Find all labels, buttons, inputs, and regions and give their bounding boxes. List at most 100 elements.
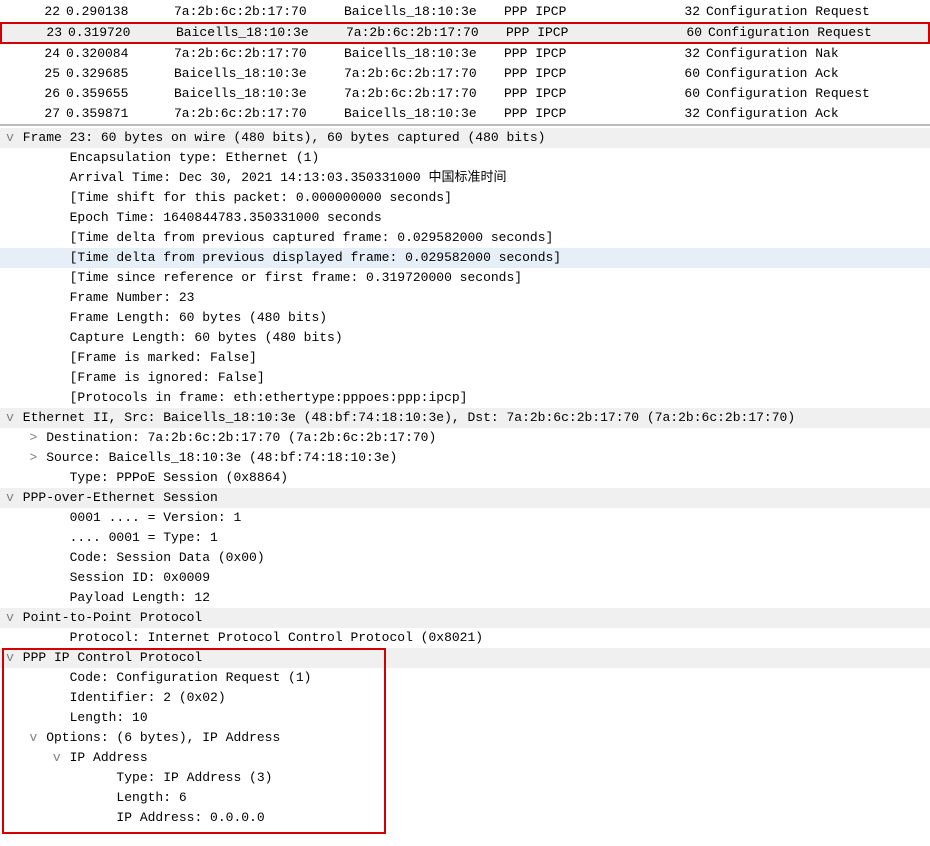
indent-spacer xyxy=(52,328,62,348)
chevron-down-icon[interactable]: v xyxy=(5,128,15,148)
cell-src: Baicells_18:10:3e xyxy=(176,24,346,42)
detail-text: Capture Length: 60 bytes (480 bits) xyxy=(62,330,343,345)
cell-dst: Baicells_18:10:3e xyxy=(344,2,504,22)
detail-line[interactable]: [Time delta from previous displayed fram… xyxy=(0,248,930,268)
cell-time: 0.290138 xyxy=(66,2,174,22)
detail-line[interactable]: v PPP IP Control Protocol xyxy=(0,648,930,668)
detail-line[interactable]: v Ethernet II, Src: Baicells_18:10:3e (4… xyxy=(0,408,930,428)
chevron-down-icon[interactable]: v xyxy=(5,608,15,628)
packet-row[interactable]: 270.3598717a:2b:6c:2b:17:70Baicells_18:1… xyxy=(0,104,930,124)
indent-spacer xyxy=(52,208,62,228)
detail-text: Destination: 7a:2b:6c:2b:17:70 (7a:2b:6c… xyxy=(38,430,436,445)
cell-info: Configuration Nak xyxy=(706,44,930,64)
detail-line[interactable]: [Time shift for this packet: 0.000000000… xyxy=(0,188,930,208)
cell-info: Configuration Ack xyxy=(706,104,930,124)
detail-line[interactable]: Epoch Time: 1640844783.350331000 seconds xyxy=(0,208,930,228)
indent-spacer xyxy=(52,268,62,288)
cell-info: Configuration Request xyxy=(706,2,930,22)
packet-details[interactable]: v Frame 23: 60 bytes on wire (480 bits),… xyxy=(0,126,930,828)
chevron-down-icon[interactable]: v xyxy=(5,488,15,508)
detail-text: [Protocols in frame: eth:ethertype:pppoe… xyxy=(62,390,468,405)
cell-info: Configuration Ack xyxy=(706,64,930,84)
detail-text: Session ID: 0x0009 xyxy=(62,570,210,585)
cell-no: 25 xyxy=(0,64,66,84)
detail-line[interactable]: Frame Length: 60 bytes (480 bits) xyxy=(0,308,930,328)
indent-spacer xyxy=(52,368,62,388)
packet-row[interactable]: 240.3200847a:2b:6c:2b:17:70Baicells_18:1… xyxy=(0,44,930,64)
indent-spacer xyxy=(52,248,62,268)
detail-line[interactable]: Length: 6 xyxy=(0,788,930,808)
indent-spacer xyxy=(52,568,62,588)
detail-text: Code: Session Data (0x00) xyxy=(62,550,265,565)
indent-spacer xyxy=(99,768,109,788)
indent-spacer xyxy=(52,188,62,208)
detail-text: [Time since reference or first frame: 0.… xyxy=(62,270,522,285)
detail-line[interactable]: Encapsulation type: Ethernet (1) xyxy=(0,148,930,168)
detail-line[interactable]: [Protocols in frame: eth:ethertype:pppoe… xyxy=(0,388,930,408)
cell-src: 7a:2b:6c:2b:17:70 xyxy=(174,2,344,22)
cell-time: 0.320084 xyxy=(66,44,174,64)
cell-len: 60 xyxy=(660,64,706,84)
cell-len: 60 xyxy=(662,24,708,42)
detail-line[interactable]: > Destination: 7a:2b:6c:2b:17:70 (7a:2b:… xyxy=(0,428,930,448)
chevron-down-icon[interactable]: v xyxy=(28,728,38,748)
indent-spacer xyxy=(52,228,62,248)
detail-line[interactable]: 0001 .... = Version: 1 xyxy=(0,508,930,528)
detail-text: IP Address: 0.0.0.0 xyxy=(109,810,265,825)
detail-line[interactable]: [Frame is ignored: False] xyxy=(0,368,930,388)
detail-text: 0001 .... = Version: 1 xyxy=(62,510,241,525)
cell-proto: PPP IPCP xyxy=(504,64,660,84)
detail-line[interactable]: Capture Length: 60 bytes (480 bits) xyxy=(0,328,930,348)
packet-list[interactable]: 220.2901387a:2b:6c:2b:17:70Baicells_18:1… xyxy=(0,0,930,126)
detail-text: IP Address xyxy=(62,750,148,765)
detail-line[interactable]: [Time delta from previous captured frame… xyxy=(0,228,930,248)
packet-row[interactable]: 250.329685Baicells_18:10:3e7a:2b:6c:2b:1… xyxy=(0,64,930,84)
cell-proto: PPP IPCP xyxy=(504,2,660,22)
chevron-down-icon[interactable]: v xyxy=(5,408,15,428)
detail-line[interactable]: Session ID: 0x0009 xyxy=(0,568,930,588)
detail-text: [Time shift for this packet: 0.000000000… xyxy=(62,190,452,205)
detail-text: Code: Configuration Request (1) xyxy=(62,670,312,685)
detail-line[interactable]: v Options: (6 bytes), IP Address xyxy=(0,728,930,748)
detail-line[interactable]: Payload Length: 12 xyxy=(0,588,930,608)
packet-row[interactable]: 220.2901387a:2b:6c:2b:17:70Baicells_18:1… xyxy=(0,2,930,22)
detail-line[interactable]: Code: Configuration Request (1) xyxy=(0,668,930,688)
packet-row[interactable]: 260.359655Baicells_18:10:3e7a:2b:6c:2b:1… xyxy=(0,84,930,104)
detail-text: Encapsulation type: Ethernet (1) xyxy=(62,150,319,165)
detail-line[interactable]: Identifier: 2 (0x02) xyxy=(0,688,930,708)
packet-row[interactable]: 230.319720Baicells_18:10:3e7a:2b:6c:2b:1… xyxy=(0,22,930,44)
detail-line[interactable]: .... 0001 = Type: 1 xyxy=(0,528,930,548)
detail-text: Ethernet II, Src: Baicells_18:10:3e (48:… xyxy=(15,410,795,425)
detail-text: Point-to-Point Protocol xyxy=(15,610,202,625)
detail-line[interactable]: [Time since reference or first frame: 0.… xyxy=(0,268,930,288)
cell-src: Baicells_18:10:3e xyxy=(174,64,344,84)
detail-line[interactable]: v PPP-over-Ethernet Session xyxy=(0,488,930,508)
indent-spacer xyxy=(99,808,109,828)
detail-line[interactable]: Code: Session Data (0x00) xyxy=(0,548,930,568)
detail-line[interactable]: > Source: Baicells_18:10:3e (48:bf:74:18… xyxy=(0,448,930,468)
detail-line[interactable]: Arrival Time: Dec 30, 2021 14:13:03.3503… xyxy=(0,168,930,188)
indent-spacer xyxy=(52,668,62,688)
detail-line[interactable]: v IP Address xyxy=(0,748,930,768)
detail-text: Epoch Time: 1640844783.350331000 seconds xyxy=(62,210,382,225)
chevron-right-icon[interactable]: > xyxy=(28,428,38,448)
detail-line[interactable]: v Frame 23: 60 bytes on wire (480 bits),… xyxy=(0,128,930,148)
chevron-right-icon[interactable]: > xyxy=(28,448,38,468)
indent-spacer xyxy=(52,468,62,488)
detail-line[interactable]: v Point-to-Point Protocol xyxy=(0,608,930,628)
detail-line[interactable]: Length: 10 xyxy=(0,708,930,728)
detail-line[interactable]: Type: IP Address (3) xyxy=(0,768,930,788)
indent-spacer xyxy=(52,588,62,608)
indent-spacer xyxy=(99,788,109,808)
detail-line[interactable]: Protocol: Internet Protocol Control Prot… xyxy=(0,628,930,648)
indent-spacer xyxy=(52,348,62,368)
detail-text: PPP IP Control Protocol xyxy=(15,650,202,665)
detail-line[interactable]: [Frame is marked: False] xyxy=(0,348,930,368)
detail-line[interactable]: IP Address: 0.0.0.0 xyxy=(0,808,930,828)
chevron-down-icon[interactable]: v xyxy=(52,748,62,768)
detail-line[interactable]: Type: PPPoE Session (0x8864) xyxy=(0,468,930,488)
detail-text: Source: Baicells_18:10:3e (48:bf:74:18:1… xyxy=(38,450,397,465)
chevron-down-icon[interactable]: v xyxy=(5,648,15,668)
detail-line[interactable]: Frame Number: 23 xyxy=(0,288,930,308)
indent-spacer xyxy=(52,388,62,408)
